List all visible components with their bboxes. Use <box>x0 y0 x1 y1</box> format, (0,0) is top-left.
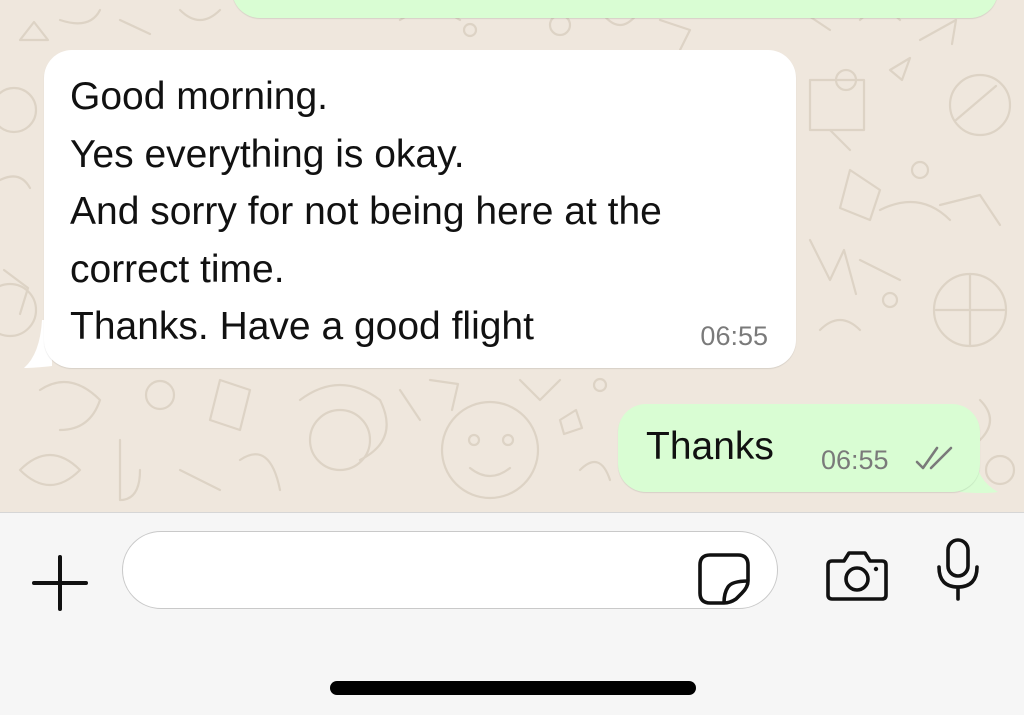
message-text: Thanks <box>646 425 774 468</box>
message-timestamp: 06:55 <box>821 445 889 475</box>
outgoing-message-bubble[interactable]: Thanks 06:55 <box>618 404 980 492</box>
message-line: Yes everything is okay. <box>70 132 465 176</box>
previous-outgoing-message-bubble[interactable] <box>232 0 998 18</box>
double-check-icon <box>915 446 953 470</box>
home-indicator[interactable] <box>330 681 696 695</box>
message-timestamp: 06:55 <box>700 321 768 351</box>
incoming-message-bubble[interactable]: Good morning. Yes everything is okay. An… <box>44 50 796 368</box>
message-line: And sorry for not being here at the <box>70 190 662 233</box>
composer-bar <box>0 512 1024 715</box>
message-line: Thanks. Have a good flight <box>70 305 534 348</box>
microphone-icon[interactable] <box>932 537 984 603</box>
sticker-icon[interactable] <box>696 551 752 607</box>
chat-area: Good morning. Yes everything is okay. An… <box>0 0 1024 512</box>
camera-icon[interactable] <box>824 547 890 603</box>
message-input[interactable] <box>122 531 778 609</box>
message-line: correct time. <box>70 247 285 291</box>
message-line: Good morning. <box>70 75 328 118</box>
plus-icon[interactable] <box>30 553 90 613</box>
